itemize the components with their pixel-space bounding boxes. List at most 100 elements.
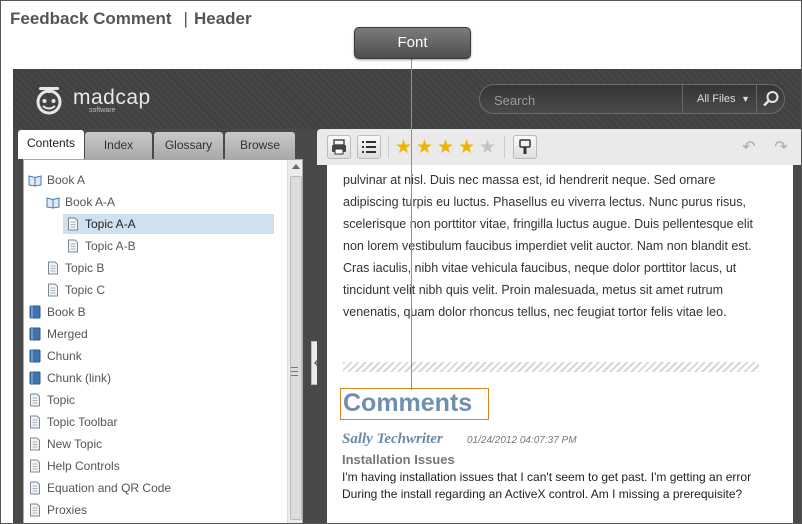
rating-star-icon[interactable]: ★	[395, 136, 412, 158]
book-icon	[29, 349, 41, 363]
topic-page-icon	[30, 459, 40, 473]
topic-page-icon	[48, 261, 58, 275]
toc-item-label: Merged	[47, 327, 88, 341]
toc-scrollbar[interactable]	[287, 160, 302, 523]
toc-item-label: Topic	[47, 393, 76, 407]
topic-toolbar: ★ ★ ★ ★ ★ ↶ ↷	[317, 129, 801, 165]
tab-contents[interactable]: Contents	[18, 130, 84, 159]
comments-divider	[343, 362, 759, 372]
tab-glossary[interactable]: Glossary	[154, 132, 223, 159]
resize-grip-icon[interactable]	[291, 367, 298, 376]
topic-page-icon	[30, 415, 40, 429]
toc-item-label: Equation and QR Code	[47, 481, 172, 495]
page-heading-separator: |	[183, 9, 188, 28]
print-button[interactable]	[327, 135, 351, 159]
toc-item[interactable]: Help Controls	[28, 456, 120, 476]
toc-item[interactable]: Topic A-A	[63, 214, 274, 234]
search-icon	[763, 91, 779, 107]
comments-heading: Comments	[343, 389, 473, 417]
book-icon	[29, 327, 41, 341]
toc-item-label: Topic A-A	[85, 217, 136, 231]
toc-item-label: Topic B	[65, 261, 105, 275]
comment-author: Sally Techwriter	[342, 431, 443, 447]
comment-subject: Installation Issues	[342, 452, 455, 467]
logo-subtitle: software	[89, 107, 116, 114]
search-input[interactable]	[494, 91, 674, 109]
toc-item[interactable]: Chunk	[28, 346, 82, 366]
header-bar: madcap software All Files ▼	[13, 69, 801, 129]
topic-content: pulvinar at nisl. Duis nec massa est, id…	[327, 165, 793, 523]
rating-star-icon[interactable]: ★	[437, 136, 454, 158]
page-heading: Feedback Comment | Header	[10, 9, 252, 29]
toolbar-separator	[504, 136, 505, 158]
toc-item[interactable]: Book A	[28, 170, 85, 190]
toc-item-label: Book B	[47, 305, 86, 319]
toc-tree: Proxies Equation and QR Code Help Controls…	[23, 159, 303, 523]
search-box: All Files ▼	[479, 84, 785, 114]
toc-item-label: Proxies	[47, 503, 88, 517]
topic-pane: ★ ★ ★ ★ ★ ↶ ↷ pulvinar at nisl. Duis nec mas…	[317, 129, 801, 523]
toc-item-label: New Topic	[47, 437, 103, 451]
highlighter-icon	[519, 139, 531, 154]
tab-contents-label: Contents	[26, 136, 76, 150]
search-button[interactable]	[756, 85, 784, 113]
book-icon	[29, 305, 41, 319]
book-icon	[29, 371, 41, 385]
rating-star-icon[interactable]: ★	[416, 136, 433, 158]
topic-page-icon	[68, 239, 78, 253]
open-book-icon	[28, 175, 42, 187]
toc-item-label: Help Controls	[47, 459, 120, 473]
topic-page-icon	[30, 393, 40, 407]
toc-item-label: Topic Toolbar	[47, 415, 118, 429]
pane-splitter[interactable]	[309, 129, 317, 523]
scrollbar-thumb[interactable]	[290, 176, 302, 520]
toc-item-label: Book A	[47, 173, 86, 187]
comment-timestamp: 01/24/2012 04:07:37 PM	[467, 435, 577, 446]
topic-page-icon	[48, 283, 58, 297]
remove-highlight-button[interactable]	[513, 135, 537, 159]
toc-item[interactable]: Equation and QR Code	[28, 478, 171, 498]
toc-item-label: Chunk	[47, 349, 82, 363]
topic-page-icon	[30, 503, 40, 517]
topic-page-icon	[30, 437, 40, 451]
toc-item[interactable]: Topic	[28, 390, 75, 410]
toc-item[interactable]: Book A-A	[46, 192, 115, 212]
page-heading-left: Feedback Comment	[10, 9, 172, 28]
navigation-pane: Contents Index Glossary Browse Proxies Eq…	[13, 129, 309, 523]
tab-glossary-label: Glossary	[164, 138, 213, 152]
rating-star-icon[interactable]: ★	[458, 136, 475, 158]
toc-item[interactable]: Topic B	[46, 258, 104, 278]
toolbar-separator	[388, 136, 389, 158]
open-book-icon	[46, 197, 60, 209]
toc-toggle-button[interactable]	[357, 135, 381, 159]
toc-item[interactable]: Book B	[28, 302, 86, 322]
tab-browse-label: Browse	[239, 138, 280, 152]
callout-leader-line	[411, 59, 412, 390]
page-heading-right: Header	[193, 9, 252, 28]
toc-item-label: Book A-A	[65, 195, 116, 209]
toc-item[interactable]: Merged	[28, 324, 88, 344]
toc-item[interactable]: Topic Toolbar	[28, 412, 118, 432]
chevron-down-icon: ▼	[741, 94, 750, 104]
toc-item[interactable]: Topic A-B	[66, 236, 136, 256]
toc-item[interactable]: Chunk (link)	[28, 368, 111, 388]
toc-item[interactable]: Proxies	[28, 500, 87, 520]
tab-index[interactable]: Index	[85, 132, 152, 159]
tab-browse[interactable]: Browse	[225, 132, 295, 159]
back-button[interactable]: ↶	[737, 136, 761, 158]
scroll-up-arrow-icon[interactable]	[292, 164, 300, 169]
toc-item[interactable]: Topic C	[46, 280, 105, 300]
topic-page-icon	[30, 481, 40, 495]
list-icon	[362, 141, 376, 153]
search-filter-dropdown[interactable]: All Files ▼	[682, 85, 756, 113]
toc-item-label: Topic A-B	[85, 239, 136, 253]
font-callout-label: Font	[354, 27, 471, 59]
forward-button[interactable]: ↷	[769, 136, 793, 158]
toc-item[interactable]: New Topic	[28, 434, 102, 454]
toc-item-label: Topic C	[65, 283, 106, 297]
comment-body: I'm having installation issues that I ca…	[342, 470, 752, 501]
rating-star-icon[interactable]: ★	[479, 136, 496, 158]
print-icon	[332, 139, 346, 155]
toc-item-label: Chunk (link)	[47, 371, 112, 385]
topic-body-text: pulvinar at nisl. Duis nec massa est, id…	[343, 173, 753, 319]
